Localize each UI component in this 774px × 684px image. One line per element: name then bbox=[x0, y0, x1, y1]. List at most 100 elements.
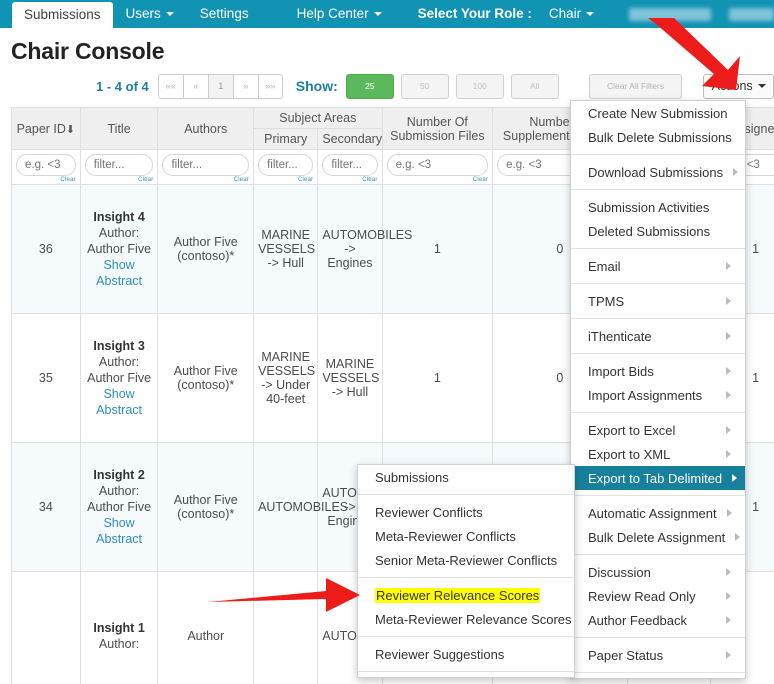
menu-separator bbox=[571, 412, 745, 413]
col-header-paper-id[interactable]: Paper ID⬇ bbox=[11, 107, 81, 150]
menu-item-automatic-assignment[interactable]: Automatic Assignment bbox=[571, 501, 745, 525]
pagination[interactable]: «« « 1 » »» bbox=[157, 73, 283, 99]
menu-item-discussion[interactable]: Discussion bbox=[571, 560, 745, 584]
chevron-right-icon bbox=[726, 651, 731, 659]
submenu-item-meta-reviewer-conflicts[interactable]: Meta-Reviewer Conflicts bbox=[358, 524, 574, 548]
submenu-item-reviewer-conflicts[interactable]: Reviewer Conflicts bbox=[358, 500, 574, 524]
col-header-num-submission-files[interactable]: Number Of Submission Files bbox=[381, 107, 494, 150]
menu-item-label: Meta-Reviewer Relevance Scores bbox=[375, 611, 572, 627]
cell-paper-id[interactable] bbox=[11, 571, 81, 684]
submenu-item-reviewer-relevance-scores[interactable]: Reviewer Relevance Scores bbox=[358, 583, 574, 607]
submenu-item-meta-reviewer-relevance-scores[interactable]: Meta-Reviewer Relevance Scores bbox=[358, 607, 574, 631]
filter-cell-num-submission-files: Clear bbox=[381, 149, 494, 185]
submenu-item-submissions[interactable]: Submissions bbox=[358, 465, 574, 489]
menu-separator bbox=[571, 353, 745, 354]
filter-input-title[interactable] bbox=[84, 154, 154, 176]
submission-title[interactable]: Insight 4 bbox=[93, 210, 144, 224]
nav-tab-settings[interactable]: Settings bbox=[187, 0, 262, 28]
chevron-down-icon bbox=[757, 84, 766, 88]
menu-item-label: Export to Excel bbox=[588, 422, 676, 438]
chevron-right-icon bbox=[726, 391, 731, 399]
filter-clear-authors[interactable]: Clear bbox=[162, 177, 249, 183]
menu-item-label: Download Submissions bbox=[588, 164, 724, 180]
cell-authors: Author Five (contoso)* bbox=[157, 184, 255, 314]
show-abstract-link[interactable]: Show Abstract bbox=[96, 516, 142, 546]
author-prefix: Author: bbox=[98, 355, 140, 369]
menu-item-submission-activities[interactable]: Submission Activities bbox=[571, 195, 745, 219]
filter-input-primary[interactable] bbox=[258, 154, 314, 176]
menu-item-bulk-delete-assignment[interactable]: Bulk Delete Assignment bbox=[571, 525, 745, 549]
filter-clear-paper-id[interactable]: Clear bbox=[16, 177, 76, 183]
menu-item-export-to-tab-delimited[interactable]: Export to Tab Delimited bbox=[571, 466, 745, 490]
col-header-title[interactable]: Title bbox=[79, 107, 159, 150]
filter-input-authors[interactable] bbox=[162, 154, 250, 176]
menu-item-deleted-submissions[interactable]: Deleted Submissions bbox=[571, 219, 745, 243]
filter-clear-num-submission-files[interactable]: Clear bbox=[387, 177, 489, 183]
filter-clear-secondary[interactable]: Clear bbox=[322, 177, 377, 183]
show-abstract-link[interactable]: Show Abstract bbox=[96, 258, 142, 288]
author-name: Author Five bbox=[87, 242, 152, 256]
top-navbar: Submissions Users Settings Help Center S… bbox=[0, 0, 774, 28]
filter-clear-primary[interactable]: Clear bbox=[258, 177, 313, 183]
show-abstract-link[interactable]: Show Abstract bbox=[96, 387, 142, 417]
menu-item-download-submissions[interactable]: Download Submissions bbox=[571, 160, 745, 184]
page-next-button[interactable]: » bbox=[232, 73, 258, 99]
menu-item-review-read-only[interactable]: Review Read Only bbox=[571, 584, 745, 608]
role-selector[interactable]: Chair bbox=[536, 0, 607, 28]
menu-item-author-feedback[interactable]: Author Feedback bbox=[571, 608, 745, 632]
chevron-right-icon bbox=[726, 568, 731, 576]
menu-item-ithenticate[interactable]: iThenticate bbox=[571, 324, 745, 348]
chevron-right-icon bbox=[732, 474, 738, 482]
page-last-button[interactable]: »» bbox=[257, 73, 283, 99]
cell-primary: MARINE VESSELS -> Under 40-feet bbox=[253, 313, 319, 443]
page-size-100[interactable]: 100 bbox=[455, 73, 504, 99]
menu-item-export-to-xml[interactable]: Export to XML bbox=[571, 442, 745, 466]
submission-title[interactable]: Insight 2 bbox=[93, 468, 144, 482]
submission-title[interactable]: Insight 1 bbox=[93, 621, 144, 635]
filter-clear-title[interactable]: Clear bbox=[85, 177, 154, 183]
clear-all-filters-button[interactable]: Clear All Filters bbox=[588, 73, 683, 99]
author-name: Author Five bbox=[87, 371, 152, 385]
submission-title[interactable]: Insight 3 bbox=[93, 339, 144, 353]
col-header-primary[interactable]: Primary bbox=[253, 128, 319, 150]
menu-item-export-to-excel[interactable]: Export to Excel bbox=[571, 418, 745, 442]
menu-item-label: Review Read Only bbox=[588, 588, 696, 604]
page-size-all[interactable]: All bbox=[510, 73, 559, 99]
menu-item-bulk-delete-submissions[interactable]: Bulk Delete Submissions bbox=[571, 125, 745, 149]
cell-paper-id[interactable]: 35 bbox=[11, 313, 81, 443]
col-header-secondary[interactable]: Secondary bbox=[317, 128, 383, 150]
nav-tab-users[interactable]: Users bbox=[113, 0, 187, 28]
cell-paper-id[interactable]: 36 bbox=[11, 184, 81, 314]
actions-button[interactable]: Actions bbox=[703, 73, 774, 99]
nav-tab-submissions[interactable]: Submissions bbox=[12, 2, 113, 28]
page-prev-button[interactable]: « bbox=[182, 73, 208, 99]
col-header-authors[interactable]: Authors bbox=[157, 107, 255, 150]
filter-input-paper-id[interactable] bbox=[16, 154, 76, 176]
select-your-role-label: Select Your Role : bbox=[405, 0, 536, 28]
filter-cell-secondary: Clear bbox=[317, 149, 383, 185]
filter-input-num-submission-files[interactable] bbox=[386, 154, 489, 176]
page-number-1[interactable]: 1 bbox=[207, 73, 233, 99]
page-size-50[interactable]: 50 bbox=[400, 73, 449, 99]
menu-item-import-assignments[interactable]: Import Assignments bbox=[571, 383, 745, 407]
cell-num-submission-files[interactable]: 1 bbox=[381, 184, 494, 314]
nav-tab-help-center[interactable]: Help Center bbox=[284, 0, 395, 28]
page-size-25[interactable]: 25 bbox=[345, 73, 394, 99]
menu-item-label: Author Feedback bbox=[588, 612, 688, 628]
page-title: Chair Console bbox=[11, 38, 165, 64]
cell-paper-id[interactable]: 34 bbox=[11, 442, 81, 572]
filter-input-secondary[interactable] bbox=[322, 154, 378, 176]
submenu-item-senior-meta-reviewer-conflicts[interactable]: Senior Meta-Reviewer Conflicts bbox=[358, 548, 574, 572]
cell-num-submission-files[interactable]: 1 bbox=[381, 313, 494, 443]
menu-item-tpms[interactable]: TPMS bbox=[571, 289, 745, 313]
menu-item-create-new-submission[interactable]: Create New Submission bbox=[571, 101, 745, 125]
menu-item-email[interactable]: Email bbox=[571, 254, 745, 278]
nav-tab-users-label: Users bbox=[125, 6, 161, 21]
submenu-item-reviewer-suggestions[interactable]: Reviewer Suggestions bbox=[358, 642, 574, 666]
menu-separator bbox=[358, 494, 574, 495]
menu-item-paper-status[interactable]: Paper Status bbox=[571, 643, 745, 667]
menu-item-label: Automatic Assignment bbox=[588, 505, 717, 521]
menu-item-import-bids[interactable]: Import Bids bbox=[571, 359, 745, 383]
redacted-signout bbox=[728, 7, 774, 21]
page-first-button[interactable]: «« bbox=[157, 73, 183, 99]
